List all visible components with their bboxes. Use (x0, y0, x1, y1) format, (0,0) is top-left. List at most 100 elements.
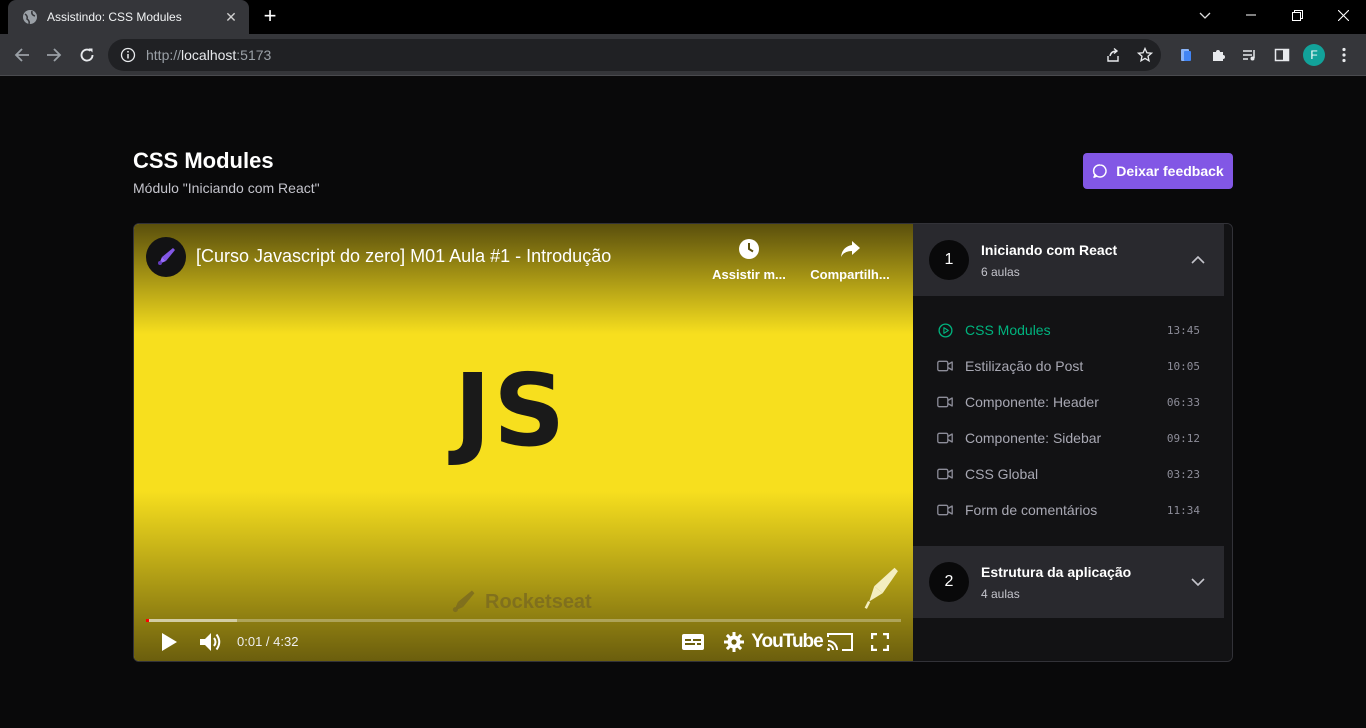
settings-button[interactable] (721, 626, 747, 658)
fullscreen-button[interactable] (867, 626, 893, 658)
browser-toolbar: http://localhost:5173 F (0, 34, 1366, 76)
rocketseat-watermark: Rocketseat (449, 588, 592, 616)
rocket-icon (864, 567, 898, 609)
lesson-title: Componente: Sidebar (965, 430, 1102, 446)
lesson-title: CSS Global (965, 466, 1039, 482)
fullscreen-icon (871, 633, 889, 651)
lesson-icon (937, 358, 953, 374)
lesson-item[interactable]: Form de comentários 11:34 (913, 492, 1224, 528)
close-window-button[interactable] (1320, 0, 1366, 30)
minimize-icon (1246, 14, 1256, 16)
lesson-item[interactable]: Estilização do Post 10:05 (913, 348, 1224, 384)
media-controls-button[interactable] (1234, 39, 1266, 71)
lesson-duration: 06:33 (1166, 395, 1200, 409)
video-title[interactable]: [Curso Javascript do zero] M01 Aula #1 -… (196, 246, 611, 267)
close-icon (1337, 9, 1349, 21)
extension-button[interactable] (1170, 39, 1202, 71)
subtitles-button[interactable] (680, 626, 706, 658)
extensions-menu-button[interactable] (1202, 39, 1234, 71)
collapse-module-button[interactable] (1188, 250, 1208, 270)
side-panel-icon (1274, 48, 1290, 62)
browser-menu-button[interactable] (1330, 39, 1358, 71)
restore-button[interactable] (1274, 0, 1320, 30)
reload-button[interactable] (75, 43, 99, 67)
video-camera-icon (937, 504, 953, 516)
lesson-item[interactable]: Componente: Header 06:33 (913, 384, 1224, 420)
video-camera-icon (937, 468, 953, 480)
browser-tab-active[interactable]: Assistindo: CSS Modules ✕ (8, 0, 249, 34)
module-lesson-count: 4 aulas (981, 586, 1020, 601)
arrow-right-icon (47, 48, 62, 62)
lesson-icon (937, 394, 953, 410)
extension-blue-icon (1181, 49, 1191, 61)
lesson-title: Estilização do Post (965, 358, 1084, 374)
lesson-item[interactable]: CSS Modules 13:45 (913, 312, 1224, 348)
play-icon (162, 633, 177, 651)
bookmark-button[interactable] (1129, 39, 1161, 71)
module-title: Estrutura da aplicação (981, 563, 1132, 580)
tab-search-button[interactable] (1193, 6, 1217, 26)
forward-button[interactable] (42, 43, 66, 67)
lesson-item[interactable]: Componente: Sidebar 09:12 (913, 420, 1224, 456)
expand-module-button[interactable] (1188, 572, 1208, 592)
lesson-icon (937, 502, 953, 518)
share-arrow-icon (841, 241, 860, 257)
play-button[interactable] (156, 626, 182, 658)
module-title: Iniciando com React (981, 241, 1118, 258)
address-bar[interactable]: http://localhost:5173 (108, 39, 1161, 71)
side-panel-button[interactable] (1266, 39, 1298, 71)
volume-button[interactable] (197, 626, 225, 658)
module-header-1[interactable]: 1 Iniciando com React 6 aulas (913, 224, 1224, 296)
video-progress-bar[interactable] (146, 619, 901, 622)
lesson-header: CSS Modules Módulo "Iniciando com React"… (133, 148, 1233, 198)
module-number: 1 (929, 240, 969, 280)
chevron-down-icon (1199, 12, 1211, 19)
star-icon (1137, 47, 1153, 63)
rocket-icon (452, 590, 475, 613)
js-logo: JS (454, 352, 568, 469)
module-header-2[interactable]: 2 Estrutura da aplicação 4 aulas (913, 546, 1224, 618)
lesson-title: Componente: Header (965, 394, 1099, 410)
lesson-duration: 03:23 (1166, 467, 1200, 481)
close-icon[interactable]: ✕ (223, 9, 239, 25)
module-lesson-count: 6 aulas (981, 264, 1020, 279)
subtitles-icon (682, 634, 704, 650)
volume-icon (200, 633, 221, 651)
cast-button[interactable] (824, 626, 856, 658)
tab-title: Assistindo: CSS Modules (47, 10, 182, 24)
rocketseat-corner-logo[interactable] (862, 566, 900, 615)
lesson-content: JS [Curso Javascript do zero] M01 Aula #… (133, 223, 1233, 662)
watch-later-button[interactable]: Assistir m... (709, 238, 789, 282)
video-time: 0:01 / 4:32 (237, 634, 299, 649)
globe-icon (23, 10, 37, 25)
rocket-icon (158, 248, 175, 265)
progress-played (146, 619, 150, 622)
new-tab-button[interactable]: + (258, 5, 282, 29)
watch-later-label: Assistir m... (712, 267, 786, 282)
chat-bubble-icon (1093, 164, 1107, 178)
video-player[interactable]: JS [Curso Javascript do zero] M01 Aula #… (134, 224, 913, 661)
feedback-button[interactable]: Deixar feedback (1083, 153, 1233, 189)
youtube-logo-link[interactable]: YouTube (751, 626, 823, 658)
url-scheme: http:// (146, 47, 182, 63)
lesson-duration: 13:45 (1166, 323, 1200, 337)
video-camera-icon (937, 396, 953, 408)
back-button[interactable] (10, 43, 34, 67)
video-top-gradient (134, 224, 913, 334)
clock-icon (739, 239, 759, 259)
channel-avatar[interactable] (146, 237, 186, 277)
watermark-text: Rocketseat (485, 590, 592, 613)
minimize-button[interactable] (1228, 0, 1274, 30)
profile-avatar[interactable]: F (1303, 44, 1325, 66)
info-icon (120, 47, 136, 63)
module-number: 2 (929, 562, 969, 602)
lesson-duration: 11:34 (1166, 503, 1200, 517)
lesson-icon (937, 466, 953, 482)
arrow-left-icon (14, 48, 29, 62)
lesson-item[interactable]: CSS Global 03:23 (913, 456, 1224, 492)
share-button[interactable]: Compartilh... (810, 238, 890, 282)
share-page-button[interactable] (1097, 39, 1129, 71)
page-subtitle: Módulo "Iniciando com React" (133, 180, 320, 196)
kebab-menu-icon (1342, 47, 1346, 63)
window-controls (1228, 0, 1366, 30)
